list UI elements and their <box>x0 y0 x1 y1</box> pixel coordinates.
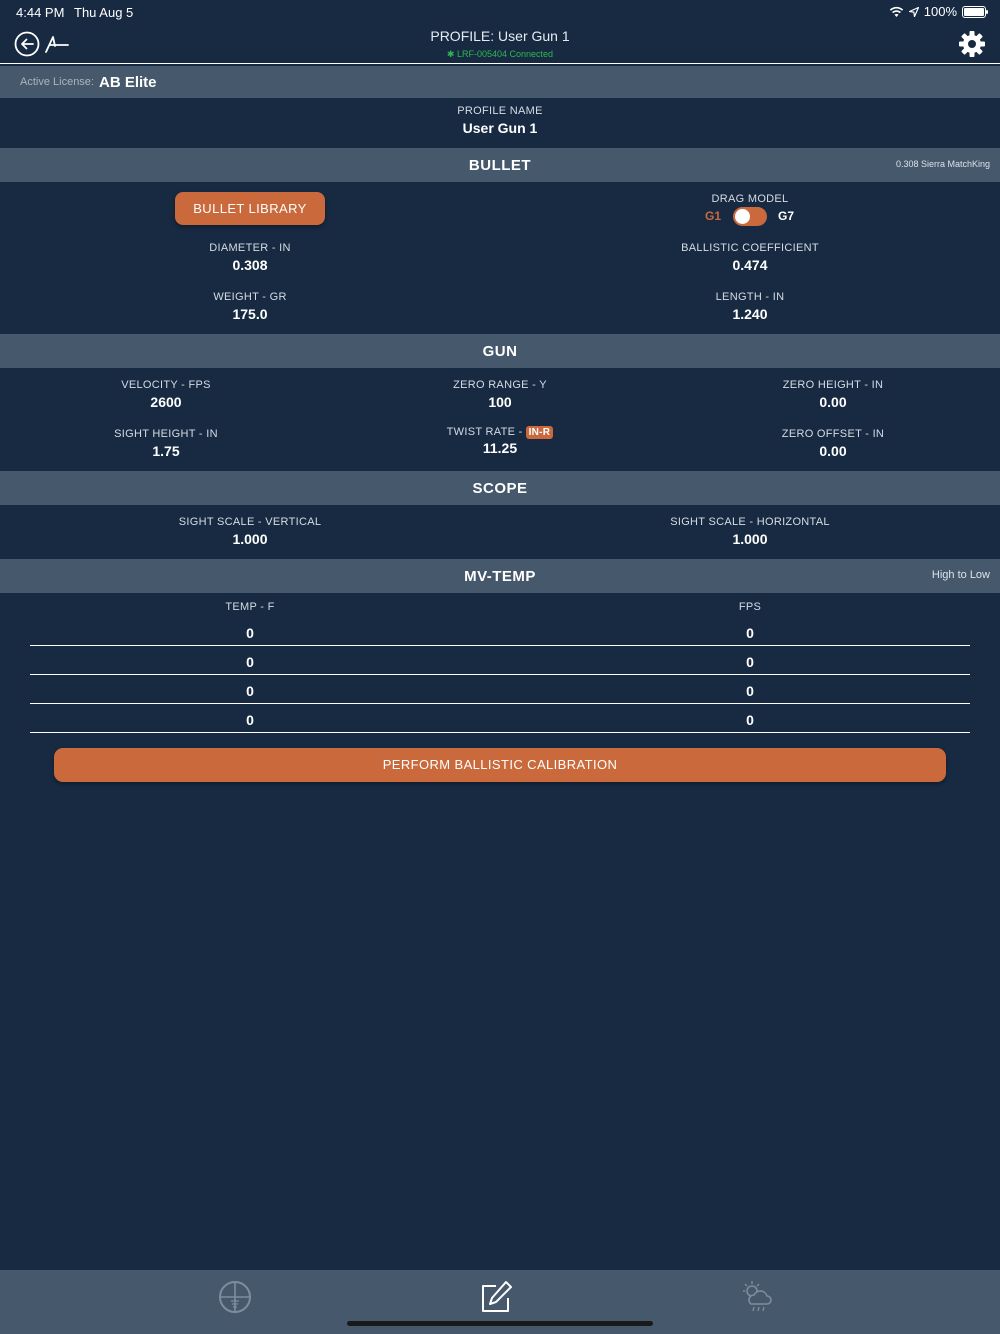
gun-section-header: GUN <box>0 334 1000 368</box>
selected-bullet-name: 0.308 Sierra MatchKing <box>895 159 990 169</box>
length-label: LENGTH - IN <box>715 291 785 303</box>
connection-label: LRF-005404 Connected <box>456 49 554 59</box>
edit-icon[interactable] <box>479 1280 513 1314</box>
connection-status: ✱ LRF-005404 Connected <box>0 49 1000 60</box>
twist-rate-value: 11.25 <box>482 440 518 456</box>
bullet-library-button[interactable]: BULLET LIBRARY <box>175 192 325 225</box>
drag-g1-label: G1 <box>705 209 722 223</box>
length-value: 1.240 <box>732 306 768 322</box>
page-title: PROFILE: User Gun 1 <box>430 28 570 44</box>
sight-scale-horizontal-label: SIGHT SCALE - HORIZONTAL <box>670 516 830 528</box>
sight-height-value: 1.75 <box>152 443 180 459</box>
status-bar: 4:44 PM Thu Aug 5 100% <box>0 0 1000 24</box>
fps-cell[interactable]: 0 <box>650 712 850 728</box>
zero-offset-label: ZERO OFFSET - IN <box>781 428 885 440</box>
profile-name-label: PROFILE NAME <box>457 105 543 117</box>
temp-cell[interactable]: 0 <box>150 625 350 641</box>
sort-order-toggle[interactable]: High to Low <box>932 569 990 581</box>
fps-cell[interactable]: 0 <box>650 654 850 670</box>
mvtemp-section-header: MV-TEMP High to Low <box>0 559 1000 593</box>
drag-model-label: DRAG MODEL <box>711 193 789 205</box>
battery-percent: 100% <box>923 4 957 19</box>
toggle-knob <box>735 209 750 224</box>
zero-range-label: ZERO RANGE - Y <box>453 379 547 391</box>
drag-model-toggle[interactable] <box>733 207 767 226</box>
gear-icon[interactable] <box>958 30 986 58</box>
weather-icon[interactable] <box>740 1280 774 1314</box>
bullet-section-header: BULLET 0.308 Sierra MatchKing <box>0 148 1000 182</box>
velocity-field[interactable]: VELOCITY - FPS 2600 <box>16 379 316 410</box>
diameter-field[interactable]: DIAMETER - IN 0.308 <box>100 242 400 273</box>
wifi-icon <box>889 6 903 17</box>
fps-cell[interactable]: 0 <box>650 625 850 641</box>
status-time: 4:44 PM <box>16 5 65 20</box>
sight-scale-horizontal-field[interactable]: SIGHT SCALE - HORIZONTAL 1.000 <box>600 516 900 547</box>
length-field[interactable]: LENGTH - IN 1.240 <box>600 291 900 322</box>
bc-value: 0.474 <box>732 257 768 273</box>
mvtemp-section-title: MV-TEMP <box>464 568 536 585</box>
gun-section-title: GUN <box>482 343 518 360</box>
profile-name-value: User Gun 1 <box>462 120 538 136</box>
temp-cell[interactable]: 0 <box>150 712 350 728</box>
fps-column-header: FPS <box>600 601 900 613</box>
diameter-value: 0.308 <box>232 257 268 273</box>
weight-field[interactable]: WEIGHT - GR 175.0 <box>100 291 400 322</box>
scope-section-title: SCOPE <box>472 480 528 497</box>
battery-icon <box>962 5 988 18</box>
zero-offset-value: 0.00 <box>819 443 847 459</box>
twist-unit-badge[interactable]: IN-R <box>525 426 554 439</box>
row-divider <box>30 645 970 646</box>
bullet-section-title: BULLET <box>468 157 532 174</box>
row-divider <box>30 703 970 704</box>
drag-model-field: DRAG MODEL <box>600 193 900 205</box>
drag-model-toggle-group: G1 G7 <box>700 206 800 226</box>
twist-rate-label-row: TWIST RATE - IN-R <box>350 426 650 439</box>
sight-scale-vertical-field[interactable]: SIGHT SCALE - VERTICAL 1.000 <box>100 516 400 547</box>
zero-range-value: 100 <box>488 394 512 410</box>
zero-height-field[interactable]: ZERO HEIGHT - IN 0.00 <box>683 379 983 410</box>
license-label: Active License: <box>20 76 94 88</box>
zero-height-label: ZERO HEIGHT - IN <box>782 379 884 391</box>
weight-label: WEIGHT - GR <box>213 291 287 303</box>
bc-label: BALLISTIC COEFFICIENT <box>681 242 819 254</box>
fps-header-label: FPS <box>738 601 762 613</box>
temp-header-label: TEMP - F <box>225 601 275 613</box>
ballistic-calibration-button[interactable]: PERFORM BALLISTIC CALIBRATION <box>54 748 946 782</box>
sight-scale-vertical-value: 1.000 <box>232 531 268 547</box>
license-bar: Active License: AB Elite <box>0 66 1000 98</box>
twist-rate-label: TWIST RATE - <box>446 426 523 438</box>
temp-cell[interactable]: 0 <box>150 683 350 699</box>
crosshair-icon[interactable] <box>218 1280 252 1314</box>
velocity-label: VELOCITY - FPS <box>121 379 211 391</box>
home-indicator <box>347 1321 653 1326</box>
row-divider <box>30 674 970 675</box>
bluetooth-icon: ✱ <box>446 49 455 59</box>
status-date: Thu Aug 5 <box>74 5 134 20</box>
weight-value: 175.0 <box>232 306 268 322</box>
license-value: AB Elite <box>98 73 157 91</box>
zero-offset-field[interactable]: ZERO OFFSET - IN 0.00 <box>683 428 983 459</box>
profile-name-field[interactable]: PROFILE NAME User Gun 1 <box>350 105 650 136</box>
status-right: 100% <box>889 4 988 19</box>
sight-scale-horizontal-value: 1.000 <box>732 531 768 547</box>
velocity-value: 2600 <box>150 394 182 410</box>
temp-cell[interactable]: 0 <box>150 654 350 670</box>
row-divider <box>30 732 970 733</box>
zero-height-value: 0.00 <box>819 394 847 410</box>
sight-height-label: SIGHT HEIGHT - IN <box>114 428 218 440</box>
sight-scale-vertical-label: SIGHT SCALE - VERTICAL <box>178 516 322 528</box>
location-arrow-icon <box>908 6 919 17</box>
scope-section-header: SCOPE <box>0 471 1000 505</box>
zero-range-field[interactable]: ZERO RANGE - Y 100 <box>350 379 650 410</box>
drag-g7-label: G7 <box>778 209 795 223</box>
temp-column-header: TEMP - F <box>100 601 400 613</box>
sight-height-field[interactable]: SIGHT HEIGHT - IN 1.75 <box>16 428 316 459</box>
nav-bar: PROFILE: User Gun 1 ✱ LRF-005404 Connect… <box>0 24 1000 64</box>
diameter-label: DIAMETER - IN <box>209 242 291 254</box>
bc-field[interactable]: BALLISTIC COEFFICIENT 0.474 <box>600 242 900 273</box>
twist-rate-field[interactable]: TWIST RATE - IN-R 11.25 <box>350 426 650 456</box>
fps-cell[interactable]: 0 <box>650 683 850 699</box>
